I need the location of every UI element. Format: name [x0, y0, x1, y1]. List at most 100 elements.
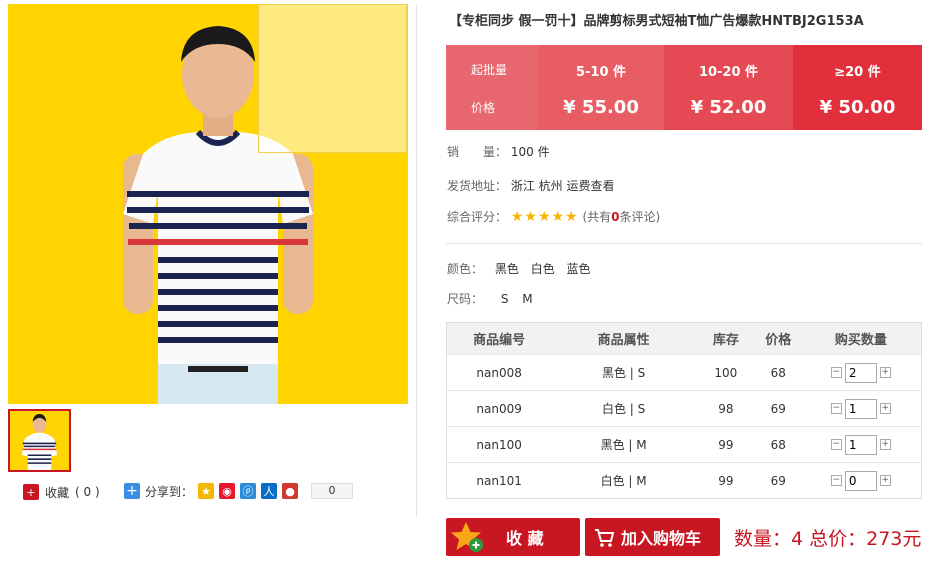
sku-price: 68 [755, 354, 801, 391]
qzone-icon[interactable]: ★ [198, 483, 215, 499]
price-tier-3: ≥20 件 ¥ 50.00 [793, 45, 922, 130]
favorite-label: 收 藏 [506, 529, 544, 548]
minus-icon[interactable]: − [830, 367, 842, 378]
color-option-white[interactable]: 白色 [531, 262, 555, 276]
plus-icon[interactable]: + [879, 475, 891, 486]
sku-price: 69 [755, 390, 801, 427]
table-row: nan008 黑色 | S 100 68 −+ [446, 354, 922, 391]
minus-icon[interactable]: − [830, 475, 842, 486]
add-to-cart-label: 加入购物车 [621, 529, 702, 548]
color-option-black[interactable]: 黑色 [495, 262, 519, 276]
share-row: + 分享到： ★ ◉ ⓟ 人 ● 0 [124, 482, 354, 500]
cart-icon [595, 529, 615, 547]
tencent-weibo-icon[interactable]: ⓟ [240, 483, 257, 499]
sku-attr: 黑色 | M [551, 426, 696, 463]
tier-price: ¥ 55.00 [563, 97, 639, 118]
collect-icon: + [23, 484, 39, 500]
price-labels: 起批量 价格 [446, 45, 538, 130]
favorite-button[interactable]: 收 藏 [446, 518, 580, 556]
tier-qty: ≥20 件 [834, 65, 881, 80]
kaixin-icon[interactable]: ● [282, 483, 299, 499]
product-main-image[interactable] [8, 4, 408, 404]
table-row: nan101 白色 | M 99 69 −+ [446, 462, 922, 499]
sku-stock: 100 [695, 354, 756, 391]
weibo-icon[interactable]: ◉ [219, 483, 236, 499]
sales-row: 销 量： 100 件 [447, 143, 550, 160]
quantity-stepper: −+ [830, 470, 891, 491]
sku-code: nan008 [446, 354, 552, 391]
sku-stock: 98 [695, 390, 756, 427]
sku-table: 商品编号 商品属性 库存 价格 购买数量 nan008 黑色 | S 100 6… [446, 322, 922, 499]
wholesale-price-band: 起批量 价格 5-10 件 ¥ 55.00 10-20 件 ¥ 52.00 ≥2… [446, 45, 922, 130]
price-tier-2: 10-20 件 ¥ 52.00 [664, 45, 793, 130]
sku-code: nan009 [446, 390, 552, 427]
sku-attr: 白色 | M [551, 462, 696, 499]
sales-label: 销 量： [447, 145, 508, 159]
divider [446, 243, 922, 244]
sku-attr: 白色 | S [551, 390, 696, 427]
price-tier-1: 5-10 件 ¥ 55.00 [538, 45, 664, 130]
rating-row: 综合评分： ★★★★★ (共有0条评论) [447, 208, 660, 225]
product-title: 【专柜同步 假一罚十】品牌剪标男式短袖T恤广告爆款HNTBJ2G153A [449, 14, 864, 29]
plus-icon[interactable]: + [879, 439, 891, 450]
sku-code: nan101 [446, 462, 552, 499]
sku-code: nan100 [446, 426, 552, 463]
rating-stars-icon: ★★★★★ [510, 209, 579, 225]
minus-icon[interactable]: − [830, 403, 842, 414]
plus-icon[interactable]: + [879, 403, 891, 414]
quantity-stepper: −+ [830, 362, 891, 383]
column-divider [416, 4, 417, 517]
table-row: nan100 黑色 | M 99 68 −+ [446, 426, 922, 463]
tier-price: ¥ 50.00 [819, 97, 896, 118]
zoom-lens[interactable] [258, 4, 407, 153]
add-to-cart-button[interactable]: 加入购物车 [585, 518, 720, 556]
col-header: 价格 [755, 322, 801, 355]
tier-price: ¥ 52.00 [690, 97, 767, 118]
tier-qty: 10-20 件 [698, 65, 759, 80]
price-label: 价格 [471, 101, 496, 115]
size-option-m[interactable]: M [522, 292, 532, 306]
tier-qty: 5-10 件 [575, 65, 627, 80]
star-plus-icon [451, 522, 483, 552]
order-summary: 数量：4 总价：273元 [734, 528, 922, 550]
table-row: nan009 白色 | S 98 69 −+ [446, 390, 922, 427]
quantity-input[interactable] [844, 434, 877, 455]
quantity-input[interactable] [844, 362, 877, 383]
col-header: 商品编号 [446, 322, 552, 355]
shipping-value[interactable]: 浙江 杭州 运费查看 [511, 179, 615, 193]
minus-icon[interactable]: − [830, 439, 842, 450]
table-header: 商品编号 商品属性 库存 价格 购买数量 [446, 322, 922, 355]
rating-label: 综合评分： [447, 210, 508, 224]
size-label: 尺码： [447, 292, 484, 306]
color-label: 颜色： [447, 262, 484, 276]
rating-suffix: 条评论) [619, 210, 661, 224]
collect-count: ( 0 ) [75, 485, 100, 499]
quantity-input[interactable] [844, 398, 877, 419]
collect-row[interactable]: + 收藏 ( 0 ) [23, 483, 100, 501]
quantity-stepper: −+ [830, 434, 891, 455]
collect-label: 收藏 [45, 485, 70, 500]
share-label: 分享到： [145, 484, 194, 499]
size-option-s[interactable]: S [501, 292, 509, 306]
min-order-label: 起批量 [471, 63, 508, 77]
sku-stock: 99 [695, 426, 756, 463]
color-row: 颜色： 黑色 白色 蓝色 [447, 260, 591, 277]
size-row: 尺码： S M [447, 290, 533, 307]
sku-price: 68 [755, 426, 801, 463]
col-header: 商品属性 [551, 322, 696, 355]
rating-prefix: (共有 [582, 210, 612, 224]
sku-stock: 99 [695, 462, 756, 499]
sku-attr: 黑色 | S [551, 354, 696, 391]
col-header: 库存 [695, 322, 756, 355]
share-plus-icon[interactable]: + [124, 483, 140, 499]
col-header: 购买数量 [800, 322, 922, 355]
quantity-stepper: −+ [830, 398, 891, 419]
sku-price: 69 [755, 462, 801, 499]
shipping-label: 发货地址： [447, 179, 508, 193]
product-thumbnail[interactable] [8, 409, 71, 472]
color-option-blue[interactable]: 蓝色 [567, 262, 591, 276]
quantity-input[interactable] [844, 470, 877, 491]
plus-icon[interactable]: + [879, 367, 891, 378]
share-count: 0 [311, 483, 354, 499]
renren-icon[interactable]: 人 [261, 483, 278, 499]
